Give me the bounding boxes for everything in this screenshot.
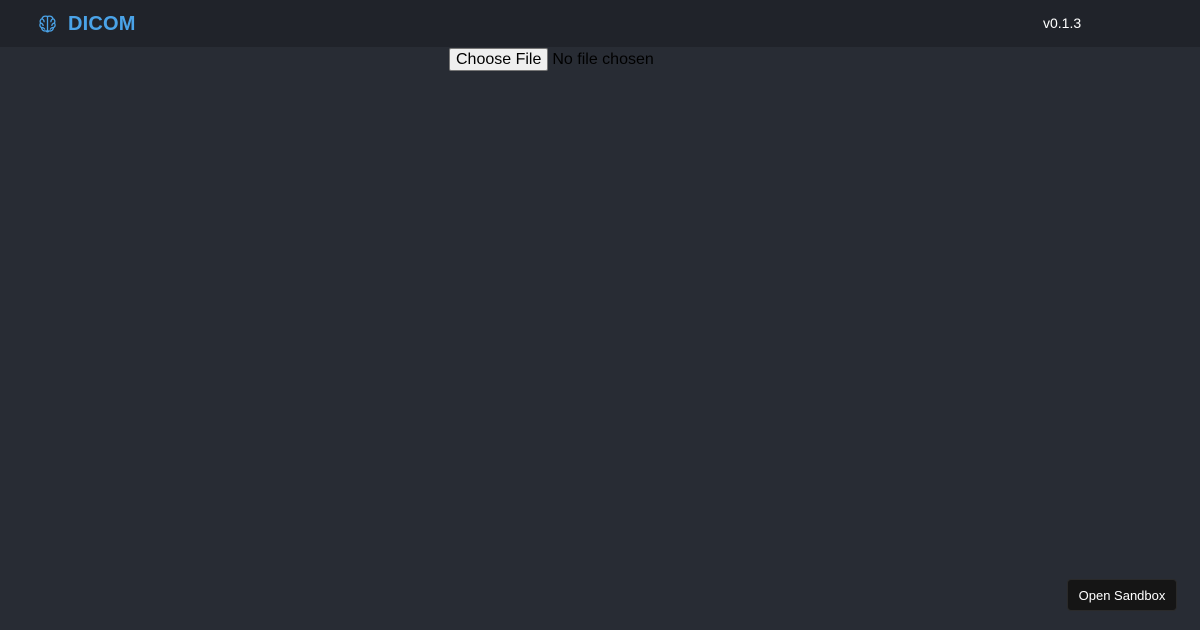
brain-icon: [38, 14, 57, 34]
app-header: DICOM v0.1.3: [0, 0, 1200, 47]
open-sandbox-button[interactable]: Open Sandbox: [1067, 579, 1177, 611]
version-label: v0.1.3: [1043, 15, 1082, 31]
brand[interactable]: DICOM: [38, 12, 136, 36]
brand-name: DICOM: [68, 12, 136, 35]
file-status: No file chosen: [552, 50, 654, 68]
file-picker[interactable]: Choose File No file chosen: [449, 48, 654, 71]
choose-file-button[interactable]: Choose File: [449, 48, 549, 71]
